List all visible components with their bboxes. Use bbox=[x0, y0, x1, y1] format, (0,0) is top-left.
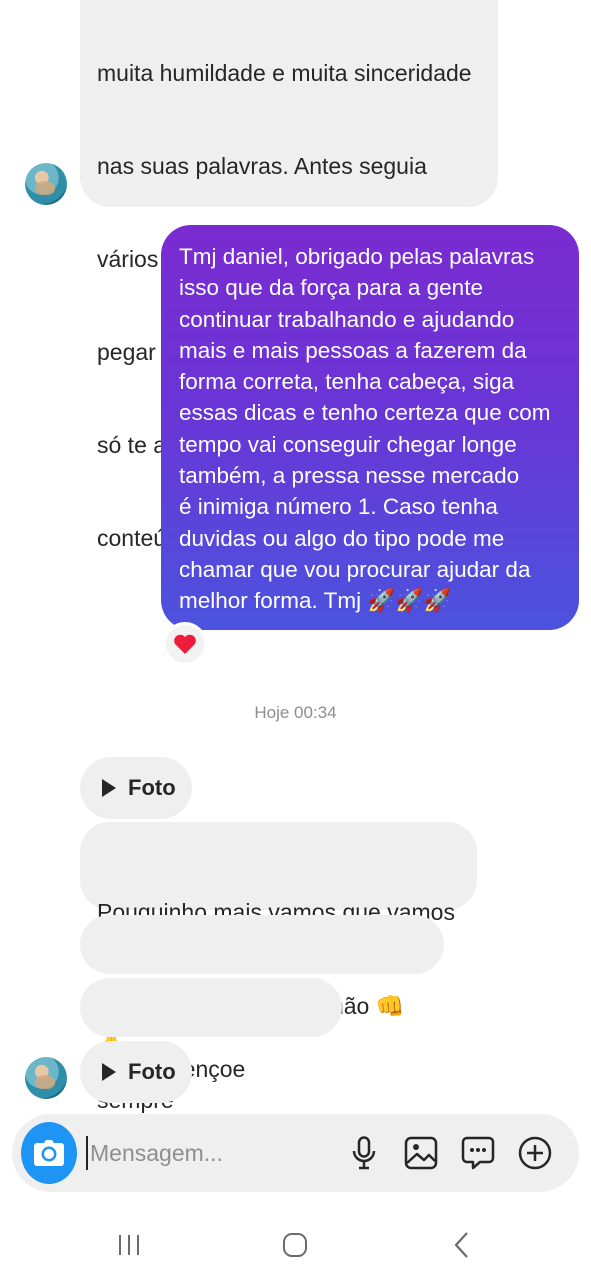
message-composer bbox=[12, 1114, 579, 1192]
message-line: muita humildade e muita sinceridade bbox=[97, 60, 472, 86]
message-line: também, a pressa nesse mercado bbox=[179, 463, 520, 489]
message-line: melhor forma. Tmj 🚀🚀🚀 bbox=[179, 588, 452, 614]
timestamp: Hoje 00:34 bbox=[254, 703, 337, 722]
message-line: Tmj daniel, obrigado pelas palavras bbox=[179, 244, 535, 269]
gallery-button[interactable] bbox=[402, 1134, 440, 1172]
incoming-message-bubble[interactable]: Deus abençoe sempre bbox=[80, 978, 342, 1113]
photo-message[interactable]: Foto bbox=[80, 1041, 192, 1103]
incoming-message-bubble[interactable]: Seus palpites é foda irmão 👊🙏 bbox=[80, 915, 444, 1050]
camera-icon bbox=[34, 1140, 64, 1166]
message-line: mais e mais pessoas a fazerem da bbox=[179, 337, 527, 363]
photo-label: Foto bbox=[128, 775, 176, 800]
message-line: tempo vai conseguir chegar longe bbox=[179, 431, 517, 457]
photo-label: Foto bbox=[128, 1059, 176, 1084]
sticker-icon bbox=[461, 1136, 495, 1170]
recent-apps-button[interactable] bbox=[107, 1223, 151, 1267]
play-icon bbox=[102, 779, 116, 797]
system-navigation-bar bbox=[0, 1205, 591, 1280]
add-icon bbox=[518, 1136, 552, 1170]
message-line: é inimiga número 1. Caso tenha bbox=[179, 494, 498, 520]
message-input[interactable] bbox=[86, 1136, 346, 1170]
microphone-button[interactable] bbox=[345, 1134, 383, 1172]
message-line: essas dicas e tenho certeza que com bbox=[179, 400, 551, 426]
play-icon bbox=[102, 1063, 116, 1081]
add-button[interactable] bbox=[516, 1134, 554, 1172]
back-icon bbox=[454, 1232, 468, 1258]
photo-message[interactable]: Foto bbox=[80, 757, 192, 819]
home-button[interactable] bbox=[273, 1223, 317, 1267]
gallery-icon bbox=[404, 1136, 438, 1170]
sender-avatar[interactable] bbox=[25, 163, 67, 205]
sender-avatar[interactable] bbox=[25, 1057, 67, 1099]
recent-apps-icon bbox=[119, 1235, 139, 1255]
camera-button[interactable] bbox=[21, 1122, 77, 1184]
sticker-button[interactable] bbox=[459, 1134, 497, 1172]
home-icon bbox=[283, 1233, 307, 1257]
message-line: chamar que vou procurar ajudar da bbox=[179, 556, 531, 582]
incoming-message-bubble[interactable]: muita humildade e muita sinceridade nas … bbox=[80, 0, 498, 551]
incoming-message-bubble[interactable]: Pouquinho mais vamos que vamos hahah bbox=[80, 822, 477, 1018]
message-line: nas suas palavras. Antes seguia bbox=[97, 153, 427, 179]
message-line: duvidas ou algo do tipo pode me bbox=[179, 525, 505, 551]
back-button[interactable] bbox=[440, 1223, 484, 1267]
heart-reaction[interactable] bbox=[163, 622, 207, 666]
message-line: forma correta, tenha cabeça, siga bbox=[179, 369, 515, 395]
heart-icon bbox=[174, 634, 196, 654]
microphone-icon bbox=[352, 1136, 376, 1170]
message-line: continuar trabalhando e ajudando bbox=[179, 306, 515, 332]
message-line: isso que da força para a gente bbox=[179, 275, 483, 301]
outgoing-message-bubble[interactable]: Tmj daniel, obrigado pelas palavras isso… bbox=[161, 225, 579, 630]
